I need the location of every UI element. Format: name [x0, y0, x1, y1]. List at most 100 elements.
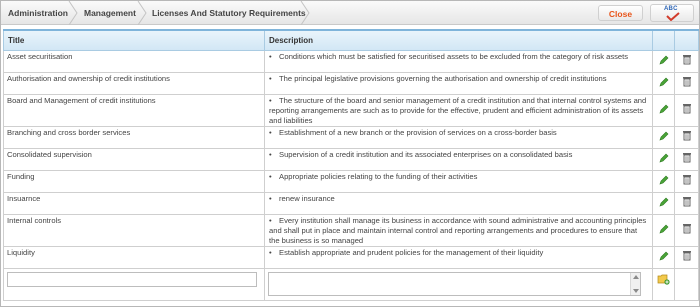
pencil-icon[interactable]: [659, 175, 669, 185]
bullet-icon: •: [269, 127, 272, 137]
row-description-text: Supervision of a credit institution and …: [279, 149, 573, 159]
new-title-input[interactable]: [7, 271, 257, 287]
scroll-down-icon[interactable]: [633, 288, 639, 293]
licenses-panel: Administration Management Licenses And S…: [0, 0, 700, 307]
trash-icon[interactable]: [682, 130, 692, 141]
breadcrumb-separator: [68, 1, 78, 25]
pencil-icon[interactable]: [659, 224, 669, 234]
new-entry-row: [3, 267, 699, 301]
row-title: Funding: [3, 169, 265, 193]
trash-icon[interactable]: [682, 250, 692, 261]
requirements-table: Title Description Asset securitisation •…: [3, 29, 699, 301]
delete-cell: [674, 71, 699, 95]
table-row: Insuarnce • renew insurance: [3, 191, 699, 215]
delete-cell: [674, 191, 699, 215]
pencil-icon[interactable]: [659, 251, 669, 261]
delete-cell: [674, 93, 699, 127]
row-description: • Establishment of a new branch or the pr…: [264, 125, 653, 149]
bullet-icon: •: [269, 73, 272, 83]
edit-cell: [652, 93, 675, 127]
pencil-icon[interactable]: [659, 197, 669, 207]
row-description-text: renew insurance: [279, 193, 335, 203]
description-scrollbar[interactable]: [630, 272, 640, 295]
trash-icon[interactable]: [682, 152, 692, 163]
bullet-icon: •: [269, 215, 272, 225]
add-cell: [652, 267, 675, 301]
bullet-icon: •: [269, 193, 272, 203]
close-button[interactable]: Close: [598, 5, 643, 21]
table-row: Branching and cross border services • Est…: [3, 125, 699, 149]
add-folder-icon[interactable]: [657, 273, 670, 285]
delete-cell: [674, 49, 699, 73]
pencil-icon[interactable]: [659, 77, 669, 87]
edit-cell: [652, 245, 675, 269]
row-description: • Every institution shall manage its busi…: [264, 213, 653, 247]
scroll-up-icon[interactable]: [633, 274, 639, 279]
breadcrumb-administration[interactable]: Administration: [8, 1, 68, 25]
row-description-text: Appropriate policies relating to the fun…: [279, 171, 478, 181]
trash-icon[interactable]: [682, 174, 692, 185]
row-title: Authorisation and ownership of credit in…: [3, 71, 265, 95]
pencil-icon[interactable]: [659, 153, 669, 163]
table-row: Liquidity • Establish appropriate and pru…: [3, 245, 699, 269]
new-description-input[interactable]: [268, 271, 641, 296]
table-row: Funding • Appropriate policies relating t…: [3, 169, 699, 193]
delete-cell: [674, 169, 699, 193]
row-description: • Supervision of a credit institution and…: [264, 147, 653, 171]
row-description-text: The structure of the board and senior ma…: [269, 95, 647, 125]
spellcheck-icon: [666, 12, 680, 21]
breadcrumb: Administration Management Licenses And S…: [1, 1, 699, 25]
table-row: Consolidated supervision • Supervision of…: [3, 147, 699, 171]
row-description: • Establish appropriate and prudent polic…: [264, 245, 653, 269]
table-row: Board and Management of credit instituti…: [3, 93, 699, 127]
row-description-text: The principal legislative provisions gov…: [279, 73, 607, 83]
pencil-icon[interactable]: [659, 55, 669, 65]
breadcrumb-management[interactable]: Management: [84, 1, 136, 25]
row-title: Branching and cross border services: [3, 125, 265, 149]
spellcheck-button[interactable]: ABC: [650, 4, 694, 22]
row-title: Consolidated supervision: [3, 147, 265, 171]
new-title-cell: [3, 267, 265, 301]
row-title: Internal controls: [3, 213, 265, 247]
row-title: Insuarnce: [3, 191, 265, 215]
breadcrumb-separator: [300, 1, 310, 25]
column-header-edit: [652, 29, 675, 51]
column-header-delete: [674, 29, 699, 51]
edit-cell: [652, 125, 675, 149]
edit-cell: [652, 71, 675, 95]
edit-cell: [652, 213, 675, 247]
pencil-icon[interactable]: [659, 131, 669, 141]
trash-icon[interactable]: [682, 196, 692, 207]
table-row: Authorisation and ownership of credit in…: [3, 71, 699, 95]
pencil-icon[interactable]: [659, 104, 669, 114]
row-title: Liquidity: [3, 245, 265, 269]
edit-cell: [652, 49, 675, 73]
row-description-text: Establish appropriate and prudent polici…: [279, 247, 544, 257]
bullet-icon: •: [269, 247, 272, 257]
trash-icon[interactable]: [682, 223, 692, 234]
row-description: • The principal legislative provisions go…: [264, 71, 653, 95]
bullet-icon: •: [269, 51, 272, 61]
new-description-wrapper: [268, 271, 641, 296]
row-description-text: Establishment of a new branch or the pro…: [279, 127, 557, 137]
delete-cell: [674, 213, 699, 247]
column-header-title[interactable]: Title: [3, 29, 265, 51]
row-description: • renew insurance: [264, 191, 653, 215]
row-description-text: Conditions which must be satisfied for s…: [279, 51, 629, 61]
row-description: • Conditions which must be satisfied for …: [264, 49, 653, 73]
trash-icon[interactable]: [682, 54, 692, 65]
edit-cell: [652, 169, 675, 193]
column-header-description[interactable]: Description: [264, 29, 653, 51]
trash-icon[interactable]: [682, 103, 692, 114]
table-header-row: Title Description: [3, 29, 699, 51]
breadcrumb-licenses[interactable]: Licenses And Statutory Requirements: [152, 1, 306, 25]
row-description: • Appropriate policies relating to the fu…: [264, 169, 653, 193]
table-row: Asset securitisation • Conditions which m…: [3, 49, 699, 73]
delete-cell: [674, 125, 699, 149]
delete-cell: [674, 245, 699, 269]
edit-cell: [652, 191, 675, 215]
row-title: Board and Management of credit instituti…: [3, 93, 265, 127]
row-description-text: Every institution shall manage its busin…: [269, 215, 647, 245]
breadcrumb-separator: [137, 1, 147, 25]
trash-icon[interactable]: [682, 76, 692, 87]
